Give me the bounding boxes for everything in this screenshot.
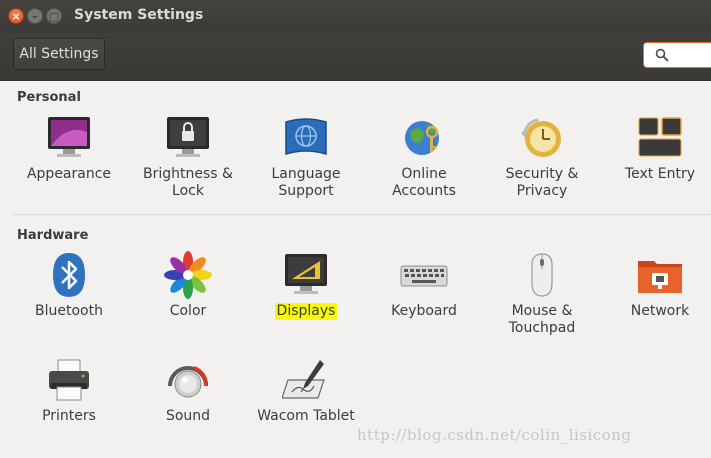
text-entry-label: Text Entry — [624, 166, 695, 182]
mouse-touchpad-item[interactable]: Mouse & Touchpad — [483, 251, 601, 337]
mouse-touchpad-icon — [531, 253, 553, 297]
mouse-touchpad-label: Mouse & Touchpad — [508, 303, 576, 336]
text-entry-item[interactable]: Text Entry — [601, 114, 711, 183]
appearance-label: Appearance — [26, 166, 112, 182]
displays-item[interactable]: Displays — [247, 251, 365, 320]
security-privacy-label: Security & Privacy — [505, 166, 579, 199]
brightness-lock-item[interactable]: Brightness & Lock — [129, 114, 247, 200]
color-item[interactable]: Color — [129, 251, 247, 320]
printer-icon — [49, 359, 89, 401]
network-label: Network — [630, 303, 690, 319]
search-icon — [655, 48, 669, 62]
section-title-hardware: Hardware — [17, 228, 89, 243]
displays-label: Displays — [274, 303, 338, 320]
bluetooth-label: Bluetooth — [35, 303, 103, 319]
printers-item[interactable]: Printers — [10, 356, 128, 425]
keyboard-icon — [400, 265, 448, 287]
security-privacy-icon — [521, 118, 561, 157]
wacom-tablet-icon — [282, 360, 325, 399]
minimize-window-button[interactable]: – — [27, 8, 43, 24]
language-support-label: Language Support — [271, 166, 341, 199]
language-support-item[interactable]: Language Support — [247, 114, 365, 200]
appearance-item[interactable]: Appearance — [10, 114, 128, 183]
online-accounts-label: Online Accounts — [392, 166, 456, 199]
settings-panel: Personal Appearance Brightness & Lock La… — [0, 81, 711, 458]
sound-icon — [168, 366, 208, 398]
window-title: System Settings — [74, 7, 204, 23]
section-divider — [13, 214, 711, 215]
color-icon — [164, 251, 212, 299]
keyboard-item[interactable]: Keyboard — [365, 251, 483, 320]
online-accounts-item[interactable]: Online Accounts — [365, 114, 483, 200]
wacom-tablet-item[interactable]: Wacom Tablet — [247, 356, 365, 425]
section-title-personal: Personal — [17, 90, 81, 105]
online-accounts-icon — [405, 121, 439, 155]
keyboard-label: Keyboard — [391, 303, 457, 319]
network-item[interactable]: Network — [601, 251, 711, 320]
language-support-icon — [285, 118, 327, 156]
sound-label: Sound — [165, 408, 211, 424]
text-entry-icon — [638, 117, 682, 157]
bluetooth-item[interactable]: Bluetooth — [10, 251, 128, 320]
printers-label: Printers — [42, 408, 96, 424]
brightness-lock-label: Brightness & Lock — [143, 166, 233, 199]
all-settings-button[interactable]: All Settings — [13, 38, 105, 70]
watermark-text: http://blog.csdn.net/colin_lisicong — [357, 426, 632, 444]
maximize-window-button[interactable]: □ — [46, 8, 62, 24]
search-input[interactable] — [643, 42, 711, 68]
window-titlebar: × – □ System Settings — [0, 0, 711, 33]
bluetooth-icon — [53, 253, 85, 297]
network-icon — [638, 261, 682, 293]
security-privacy-item[interactable]: Security & Privacy — [483, 114, 601, 200]
sound-item[interactable]: Sound — [129, 356, 247, 425]
appearance-icon — [48, 117, 90, 157]
close-window-button[interactable]: × — [8, 8, 24, 24]
toolbar: All Settings — [0, 33, 711, 81]
wacom-tablet-label: Wacom Tablet — [257, 408, 355, 424]
color-label: Color — [169, 303, 207, 319]
brightness-lock-icon — [167, 117, 209, 157]
displays-icon — [285, 254, 327, 294]
